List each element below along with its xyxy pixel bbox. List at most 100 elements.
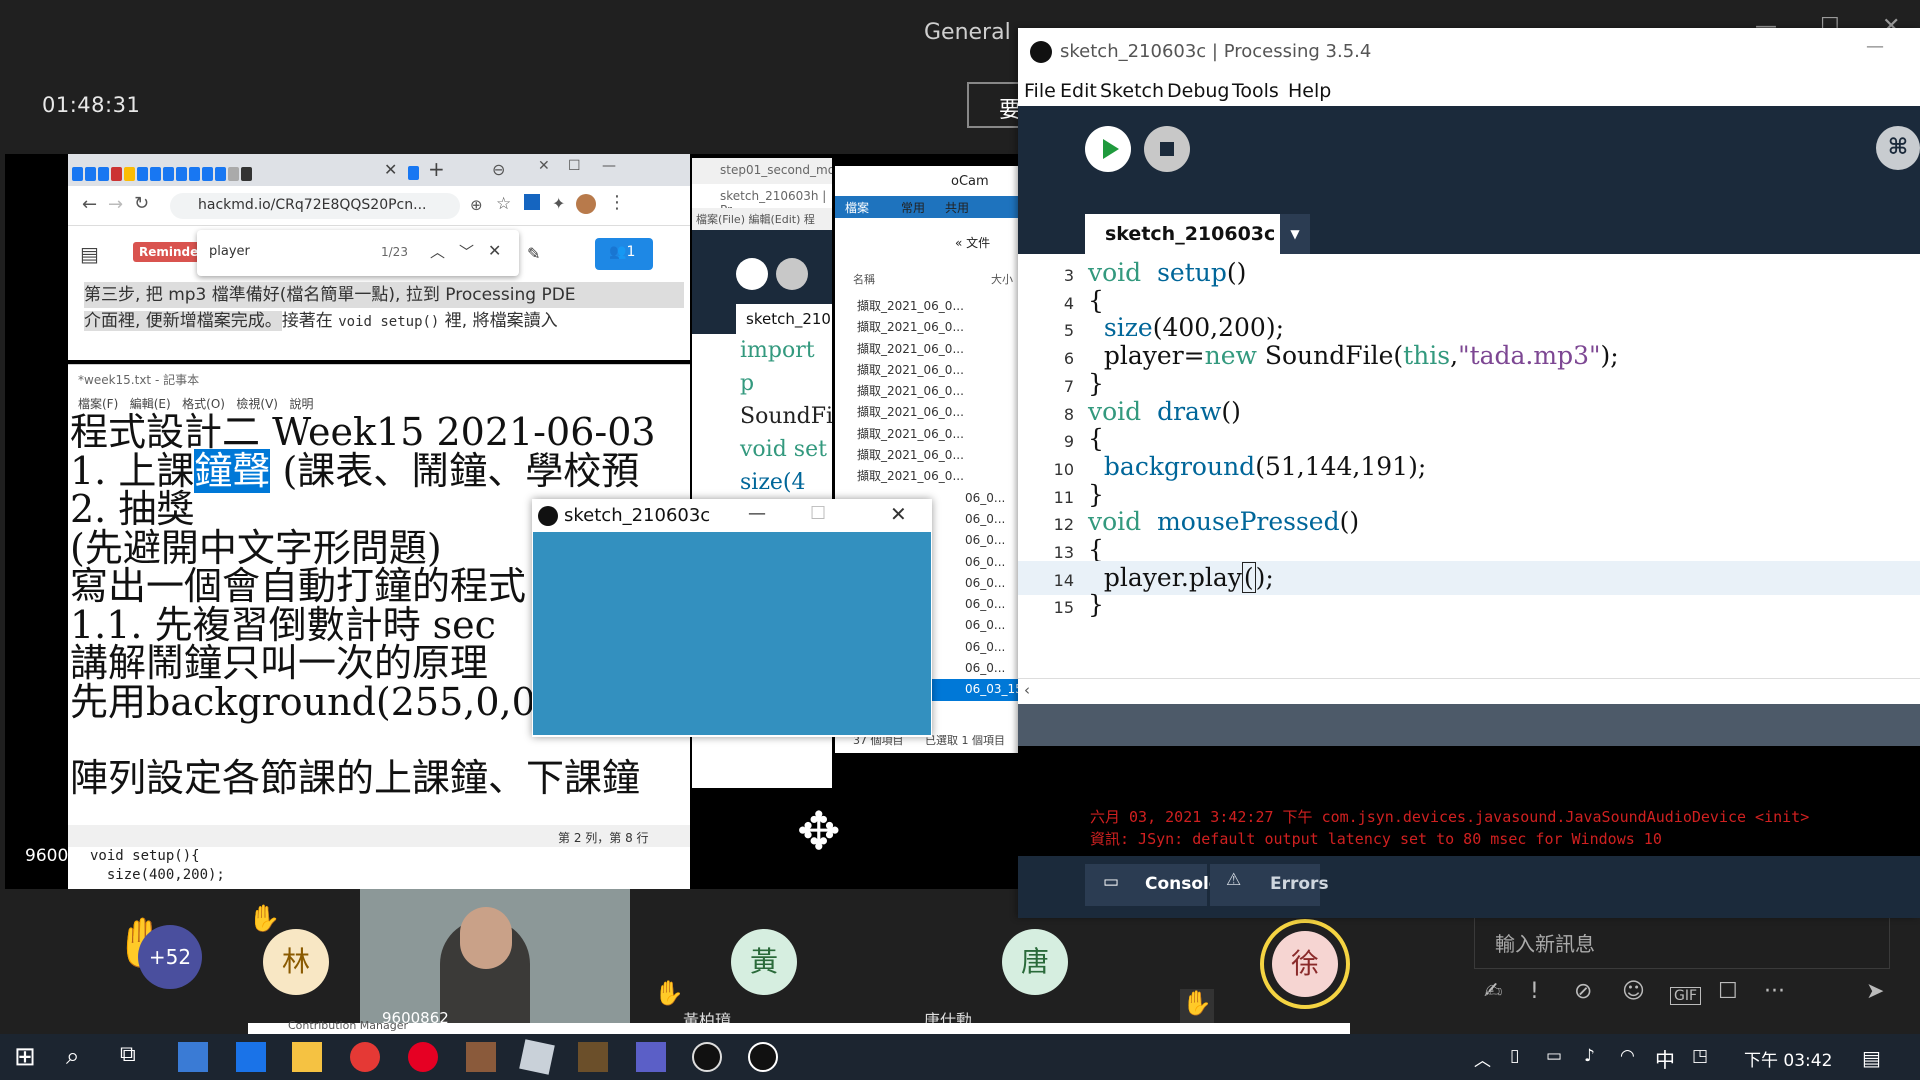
window-close-icon[interactable]: ✕ <box>538 158 550 174</box>
sketch-tab[interactable]: sketch_210603c <box>1085 214 1280 254</box>
tab-search-icon[interactable]: ⊖ <box>492 160 505 179</box>
profile-avatar[interactable] <box>576 194 596 214</box>
tab-menu-arrow-icon[interactable]: ▼ <box>1280 214 1310 254</box>
find-input[interactable]: player <box>209 244 250 259</box>
mail-icon[interactable] <box>236 1042 266 1072</box>
list-item[interactable]: 擷取_2021_06_0... <box>857 381 1020 402</box>
editor-console-divider[interactable] <box>1018 704 1920 746</box>
ribbon-tab-home[interactable]: 常用 <box>901 199 925 216</box>
menu-tools[interactable]: Tools <box>1232 80 1279 102</box>
menu-file[interactable]: File <box>1024 80 1056 102</box>
find-next-icon[interactable]: ﹀ <box>459 241 474 262</box>
file-explorer-icon[interactable] <box>292 1042 322 1072</box>
zoom-icon[interactable]: ⊕ <box>470 196 483 214</box>
pinterest-icon[interactable] <box>408 1042 438 1072</box>
game-icon[interactable] <box>578 1042 608 1072</box>
people-button[interactable]: 👥1 <box>595 238 653 270</box>
sticker-icon[interactable]: ☐ <box>1718 979 1738 1004</box>
tab-favicons[interactable] <box>72 163 254 182</box>
send-icon[interactable]: ➤ <box>1866 979 1884 1004</box>
find-prev-icon[interactable]: ︿ <box>430 241 445 262</box>
document-icon[interactable]: ▤ <box>80 242 99 266</box>
tray-device-icon[interactable]: ▯ <box>1510 1046 1519 1066</box>
menu-help[interactable]: Help <box>1288 80 1331 102</box>
new-tab-icon[interactable]: + <box>428 157 445 181</box>
more-participants-count[interactable]: +52 <box>138 925 202 989</box>
battery-icon[interactable]: ▭ <box>1546 1046 1562 1066</box>
chrome-icon[interactable] <box>350 1042 380 1072</box>
scroll-left-icon[interactable]: ‹ <box>1024 681 1030 699</box>
format-icon[interactable]: ✍ <box>1484 979 1502 1004</box>
back-run-button[interactable] <box>736 258 768 290</box>
list-item[interactable]: 擷取_2021_06_0... <box>857 466 1020 487</box>
menu-help[interactable]: 說明 <box>289 397 313 411</box>
list-item[interactable]: 擷取_2021_06_0... <box>857 402 1020 423</box>
errors-tab[interactable]: ⚠ Errors <box>1210 864 1329 906</box>
volume-icon[interactable]: ♪ <box>1584 1046 1595 1066</box>
menu-sketch[interactable]: Sketch <box>1100 80 1164 102</box>
emoji-icon[interactable]: ☺ <box>1622 979 1645 1004</box>
stop-button[interactable] <box>1144 126 1190 172</box>
menu-icon[interactable]: ⋮ <box>608 192 626 213</box>
back-stop-button[interactable] <box>776 258 808 290</box>
tab-facebook-icon[interactable] <box>408 162 421 181</box>
column-name[interactable]: 名稱 <box>853 271 875 287</box>
edit-pencil-icon[interactable]: ✎ <box>527 244 540 263</box>
ime-mode-icon[interactable]: ◳ <box>1692 1046 1708 1066</box>
important-icon[interactable]: ! <box>1530 979 1539 1004</box>
menu-debug[interactable]: Debug <box>1167 80 1229 102</box>
ide-minimize-icon[interactable]: — <box>1866 36 1884 57</box>
bookmark-star-icon[interactable]: ☆ <box>496 194 511 214</box>
menu-view[interactable]: 檢視(V) <box>236 397 278 411</box>
list-item[interactable]: 擷取_2021_06_0... <box>857 424 1020 445</box>
sketch-taskbar-icon[interactable] <box>748 1042 778 1072</box>
code-line[interactable]: 15} <box>1018 588 1920 622</box>
reload-icon[interactable]: ↻ <box>134 193 149 214</box>
speaking-participant[interactable]: 徐 <box>1260 919 1350 1009</box>
clock[interactable]: 下午 03:42 <box>1744 1046 1832 1071</box>
gif-icon[interactable]: GIF <box>1670 987 1702 1005</box>
console-tab[interactable]: ▭ Console <box>1085 864 1220 906</box>
extension-icon[interactable] <box>524 194 540 210</box>
ribbon-tab-share[interactable]: 共用 <box>945 199 969 216</box>
start-icon[interactable]: ⊞ <box>14 1042 44 1072</box>
more-options-icon[interactable]: ··· <box>1764 979 1785 1004</box>
app-icon[interactable] <box>466 1042 496 1072</box>
participant-avatar[interactable]: 唐 <box>1002 929 1068 995</box>
attach-icon[interactable]: ⊘ <box>1574 979 1592 1004</box>
window-minimize-icon[interactable]: — <box>602 158 616 174</box>
menu-edit[interactable]: 編輯(E) <box>130 397 171 411</box>
wifi-icon[interactable]: ◠ <box>1620 1046 1635 1066</box>
sketch-maximize-icon[interactable]: ☐ <box>810 503 826 524</box>
list-item[interactable]: 擷取_2021_06_0... <box>857 360 1020 381</box>
run-button[interactable] <box>1085 126 1131 172</box>
notification-icon[interactable]: ▤ <box>1862 1046 1881 1070</box>
explorer-path[interactable]: « 文件 <box>955 234 990 251</box>
roblox-icon[interactable] <box>519 1039 555 1075</box>
chat-input[interactable]: 輸入新訊息 <box>1474 913 1890 969</box>
back-icon[interactable]: ← <box>82 194 97 215</box>
window-maximize-icon[interactable]: ☐ <box>568 158 581 174</box>
mode-selector-icon[interactable]: ⌘ <box>1876 126 1920 170</box>
search-icon[interactable]: ⌕ <box>66 1042 96 1072</box>
ribbon-tab-file[interactable]: 檔案 <box>845 199 869 216</box>
back-tab[interactable]: sketch_2106 <box>736 304 832 334</box>
list-item[interactable]: 擷取_2021_06_0... <box>857 296 1020 317</box>
menu-edit[interactable]: Edit <box>1060 80 1097 102</box>
list-item[interactable]: 擷取_2021_06_0... <box>857 445 1020 466</box>
forward-icon[interactable]: → <box>108 194 123 215</box>
tab-close-icon[interactable]: ✕ <box>384 160 397 179</box>
puzzle-icon[interactable]: ✦ <box>552 194 565 213</box>
list-item[interactable]: 擷取_2021_06_0... <box>857 339 1020 360</box>
list-item[interactable]: 擷取_2021_06_0... <box>857 317 1020 338</box>
menu-file[interactable]: 檔案(F) <box>78 397 118 411</box>
sketch-canvas[interactable] <box>533 532 931 735</box>
teams-icon[interactable] <box>636 1042 666 1072</box>
column-size[interactable]: 大小 <box>991 271 1013 287</box>
participant-avatar[interactable]: 黃 <box>731 929 797 995</box>
menu-format[interactable]: 格式(O) <box>182 397 225 411</box>
store-icon[interactable] <box>178 1042 208 1072</box>
horizontal-scrollbar[interactable]: ‹ <box>1018 678 1920 704</box>
tray-chevron-icon[interactable]: ︿ <box>1474 1046 1491 1071</box>
sketch-close-icon[interactable]: ✕ <box>890 502 907 526</box>
